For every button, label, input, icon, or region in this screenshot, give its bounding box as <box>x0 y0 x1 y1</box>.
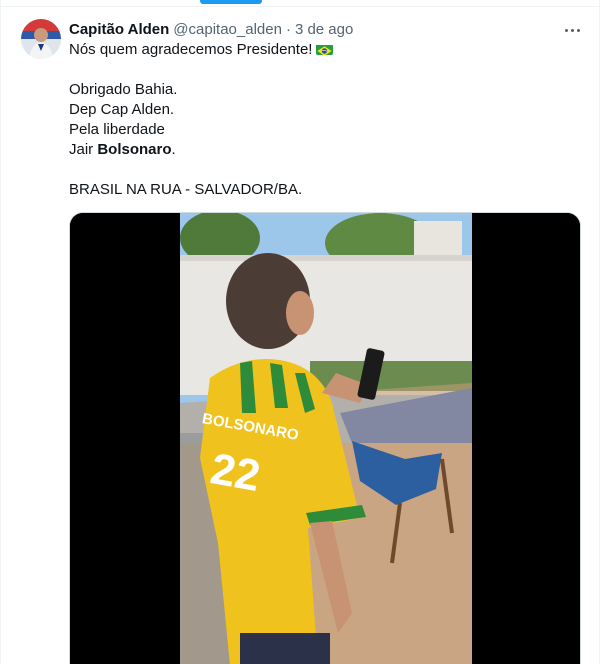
tweet-line-5-prefix: Jair <box>69 141 98 158</box>
tweet-body: Capitão Alden @capitao_alden · 3 de ago … <box>69 18 589 200</box>
tweet-line-6: BRASIL NA RUA - SALVADOR/BA. <box>69 181 303 198</box>
author-handle[interactable]: @capitao_alden <box>173 21 282 38</box>
tweet-line-4: Pela liberdade <box>69 121 165 138</box>
brazil-flag-icon <box>316 43 334 55</box>
jersey-number: 22 <box>207 444 264 501</box>
video-scene: BOLSONARO 22 <box>180 213 472 664</box>
avatar-image <box>21 19 61 59</box>
tweet-line-5-bold: Bolsonaro <box>97 141 172 158</box>
tweet-line-3: Dep Cap Alden. <box>69 101 175 118</box>
separator-dot: · <box>285 20 291 38</box>
tweet-line-1: Nós quem agradecemos Presidente! <box>69 41 313 58</box>
tab-active-indicator <box>200 0 262 4</box>
tweet-timestamp[interactable]: 3 de ago <box>295 21 353 38</box>
tweet-line-5-suffix: . <box>171 141 176 158</box>
tweet-line-2: Obrigado Bahia. <box>69 81 178 98</box>
top-divider <box>1 6 600 7</box>
tweet-container: Capitão Alden @capitao_alden · 3 de ago … <box>0 0 600 664</box>
author-display-name[interactable]: Capitão Alden <box>69 21 169 38</box>
avatar[interactable] <box>21 19 61 59</box>
tweet-header: Capitão Alden @capitao_alden · 3 de ago <box>69 18 589 40</box>
tweet-line-5: Jair Bolsonaro. <box>69 140 589 160</box>
video-frame: BOLSONARO 22 <box>70 213 580 664</box>
tweet-text: Nós quem agradecemos Presidente! Obrigad… <box>69 40 589 200</box>
tweet-line: Nós quem agradecemos Presidente! <box>69 40 589 60</box>
tweet-video[interactable]: BOLSONARO 22 <box>69 212 581 664</box>
